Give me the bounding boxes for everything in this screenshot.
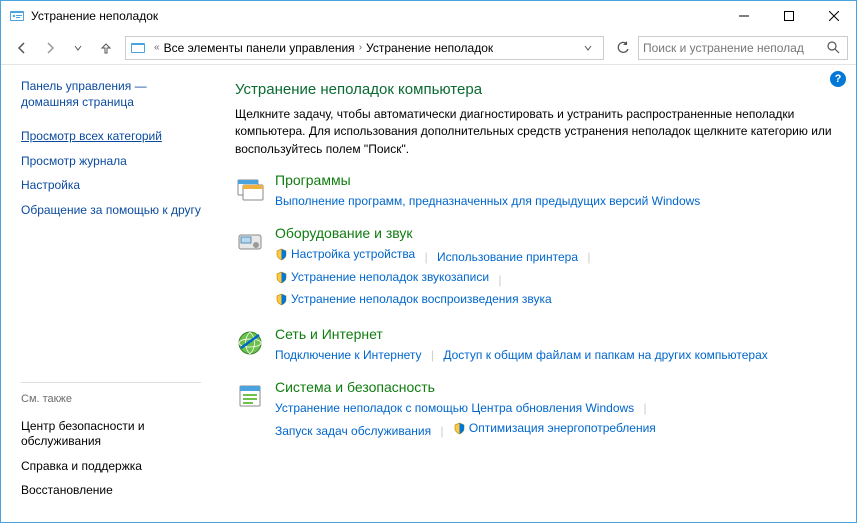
category-programs-title[interactable]: Программы — [275, 172, 834, 188]
refresh-button[interactable] — [610, 35, 636, 61]
see-also-support[interactable]: Справка и поддержка — [21, 459, 201, 475]
task-maintenance[interactable]: Запуск задач обслуживания — [275, 422, 431, 441]
breadcrumb-sep: « — [150, 42, 164, 53]
shield-icon — [275, 271, 288, 284]
programs-icon — [235, 174, 265, 204]
task-power-optimize[interactable]: Оптимизация энергопотребления — [453, 419, 656, 438]
breadcrumb-icon — [130, 40, 146, 56]
see-also-header: См. также — [21, 382, 201, 405]
hardware-icon — [235, 227, 265, 257]
search-icon[interactable] — [827, 41, 843, 54]
maximize-button[interactable] — [766, 1, 811, 31]
breadcrumb[interactable]: « Все элементы панели управления › Устра… — [125, 36, 604, 60]
task-connect-internet[interactable]: Подключение к Интернету — [275, 346, 422, 365]
system-icon — [235, 381, 265, 411]
troubleshoot-window: Устранение неполадок — [0, 0, 857, 523]
window-title: Устранение неполадок — [31, 9, 158, 23]
window-buttons — [721, 1, 856, 31]
body: ? Панель управления — домашняя страница … — [1, 65, 856, 522]
separator: | — [581, 250, 596, 264]
minimize-button[interactable] — [721, 1, 766, 31]
separator: | — [419, 250, 434, 264]
category-hardware: Оборудование и звук Настройка устройства… — [235, 225, 834, 312]
category-network-title[interactable]: Сеть и Интернет — [275, 326, 834, 342]
category-hardware-title[interactable]: Оборудование и звук — [275, 225, 834, 241]
task-printer[interactable]: Использование принтера — [437, 248, 578, 267]
close-button[interactable] — [811, 1, 856, 31]
page-description: Щелкните задачу, чтобы автоматически диа… — [235, 106, 834, 158]
task-shared-folders[interactable]: Доступ к общим файлам и папкам на других… — [443, 346, 767, 365]
task-compat-programs[interactable]: Выполнение программ, предназначенных для… — [275, 192, 700, 211]
category-network: Сеть и Интернет Подключение к Интернету … — [235, 326, 834, 365]
sidebar-get-help[interactable]: Обращение за помощью к другу — [21, 203, 201, 219]
network-icon — [235, 328, 265, 358]
forward-button[interactable] — [37, 35, 63, 61]
shield-icon — [275, 248, 288, 261]
separator: | — [425, 348, 440, 362]
main-content: Устранение неполадок компьютера Щелкните… — [211, 65, 856, 522]
task-audio-record[interactable]: Устранение неполадок звукозаписи — [275, 268, 489, 287]
navbar: « Все элементы панели управления › Устра… — [1, 31, 856, 65]
shield-icon — [275, 293, 288, 306]
category-system-title[interactable]: Система и безопасность — [275, 379, 834, 395]
search-input[interactable]: Поиск и устранение неполад — [638, 36, 848, 60]
sidebar: Панель управления — домашняя страница Пр… — [1, 65, 211, 522]
history-dropdown[interactable] — [65, 35, 91, 61]
see-also-security[interactable]: Центр безопасности и обслуживания — [21, 419, 201, 450]
task-device-config[interactable]: Настройка устройства — [275, 245, 415, 264]
separator: | — [434, 424, 449, 438]
shield-icon — [453, 422, 466, 435]
task-audio-play[interactable]: Устранение неполадок воспроизведения зву… — [275, 290, 552, 309]
task-windows-update[interactable]: Устранение неполадок с помощью Центра об… — [275, 399, 634, 418]
titlebar: Устранение неполадок — [1, 1, 856, 31]
sidebar-settings[interactable]: Настройка — [21, 178, 201, 194]
breadcrumb-part-1[interactable]: Все элементы панели управления — [164, 41, 355, 55]
sidebar-home-link[interactable]: Панель управления — домашняя страница — [21, 79, 201, 110]
separator: | — [492, 273, 507, 287]
up-button[interactable] — [93, 35, 119, 61]
app-icon — [9, 8, 25, 24]
separator: | — [638, 401, 653, 415]
see-also-section: Центр безопасности и обслуживания Справк… — [21, 419, 201, 508]
page-title: Устранение неполадок компьютера — [235, 81, 834, 98]
see-also-recovery[interactable]: Восстановление — [21, 483, 201, 499]
breadcrumb-dropdown[interactable] — [583, 43, 601, 53]
search-placeholder: Поиск и устранение неполад — [643, 41, 827, 55]
category-system: Система и безопасность Устранение непола… — [235, 379, 834, 440]
chevron-right-icon: › — [355, 42, 366, 53]
help-icon[interactable]: ? — [830, 71, 846, 87]
sidebar-all-categories[interactable]: Просмотр всех категорий — [21, 129, 201, 145]
category-programs: Программы Выполнение программ, предназна… — [235, 172, 834, 211]
sidebar-view-log[interactable]: Просмотр журнала — [21, 154, 201, 170]
breadcrumb-part-2[interactable]: Устранение неполадок — [366, 41, 493, 55]
back-button[interactable] — [9, 35, 35, 61]
